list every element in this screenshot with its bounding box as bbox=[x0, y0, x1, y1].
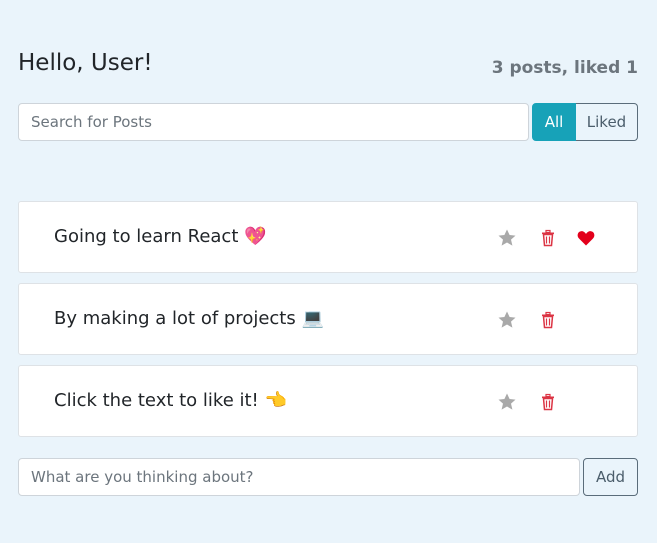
post-text[interactable]: Click the text to like it! 👈 bbox=[54, 390, 287, 411]
new-post-input[interactable] bbox=[18, 458, 580, 496]
app-header: Hello, User! 3 posts, liked 1 bbox=[18, 50, 638, 84]
filter-liked-button[interactable]: Liked bbox=[576, 103, 638, 141]
post-actions bbox=[497, 392, 617, 416]
page-title: Hello, User! bbox=[18, 50, 153, 76]
add-button[interactable]: Add bbox=[583, 458, 638, 496]
post-actions bbox=[497, 310, 617, 334]
filter-button-group: All Liked bbox=[532, 103, 638, 141]
post-list: Going to learn React 💖 By making a lot o… bbox=[18, 201, 638, 447]
search-input[interactable] bbox=[18, 103, 529, 141]
search-panel: All Liked bbox=[18, 103, 638, 141]
trash-icon[interactable] bbox=[538, 310, 558, 330]
post-list-item: By making a lot of projects 💻 bbox=[18, 283, 638, 355]
heart-icon[interactable] bbox=[576, 228, 596, 248]
post-list-item: Going to learn React 💖 bbox=[18, 201, 638, 273]
star-icon[interactable] bbox=[497, 228, 517, 248]
post-actions bbox=[497, 228, 617, 252]
post-text[interactable]: By making a lot of projects 💻 bbox=[54, 308, 324, 329]
post-list-item: Click the text to like it! 👈 bbox=[18, 365, 638, 437]
new-post-form: Add bbox=[18, 458, 638, 496]
post-text[interactable]: Going to learn React 💖 bbox=[54, 226, 267, 247]
posts-stats: 3 posts, liked 1 bbox=[491, 58, 638, 78]
trash-icon[interactable] bbox=[538, 392, 558, 412]
filter-all-button[interactable]: All bbox=[532, 103, 576, 141]
star-icon[interactable] bbox=[497, 392, 517, 412]
trash-icon[interactable] bbox=[538, 228, 558, 248]
star-icon[interactable] bbox=[497, 310, 517, 330]
